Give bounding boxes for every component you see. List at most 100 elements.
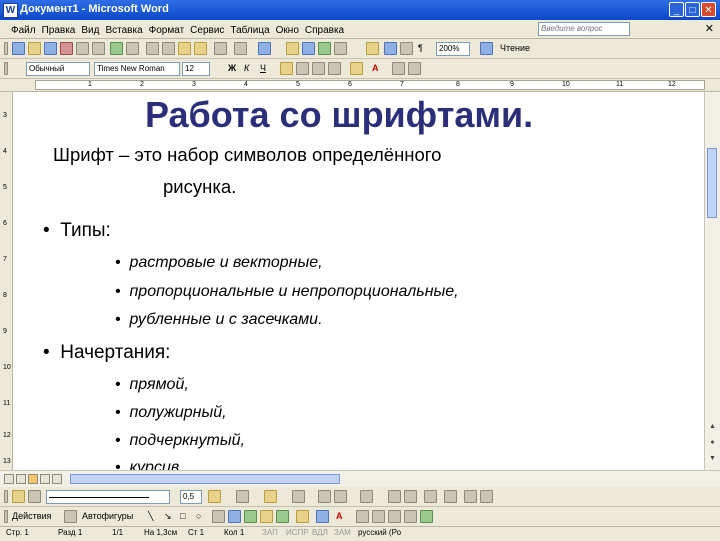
highlight-icon[interactable] (350, 62, 363, 75)
spelling-icon[interactable] (110, 42, 123, 55)
horizontal-scrollbar[interactable] (0, 470, 720, 487)
document-map-icon[interactable] (384, 42, 397, 55)
distribute-cols-icon[interactable] (404, 490, 417, 503)
previous-page-icon[interactable]: ▲ (708, 422, 717, 431)
font-size-combo[interactable]: 12 (182, 62, 210, 76)
justify-icon[interactable] (328, 62, 341, 75)
insert-table-icon[interactable] (302, 42, 315, 55)
menu-table[interactable]: Таблица (227, 22, 272, 40)
print-layout-icon[interactable] (28, 474, 38, 484)
reading-view-icon[interactable] (52, 474, 62, 484)
insert-excel-icon[interactable] (318, 42, 331, 55)
align-cell-icon[interactable] (360, 490, 373, 503)
subscript-icon[interactable] (408, 62, 421, 75)
borders-icon[interactable] (236, 490, 249, 503)
merge-cells-icon[interactable] (318, 490, 331, 503)
close-button[interactable]: ✕ (701, 2, 716, 17)
print-preview-icon[interactable] (92, 42, 105, 55)
style-combo[interactable]: Обычный (26, 62, 90, 76)
columns-icon[interactable] (334, 42, 347, 55)
paste-icon[interactable] (178, 42, 191, 55)
normal-view-icon[interactable] (4, 474, 14, 484)
align-right-icon[interactable] (312, 62, 325, 75)
draw-table-icon[interactable] (12, 490, 25, 503)
align-center-icon[interactable] (296, 62, 309, 75)
superscript-icon[interactable] (392, 62, 405, 75)
autoformat-icon[interactable] (424, 490, 437, 503)
vertical-scroll-thumb[interactable] (707, 148, 717, 218)
outline-view-icon[interactable] (40, 474, 50, 484)
oval-icon[interactable]: ○ (196, 511, 201, 521)
fill-color-icon[interactable] (296, 510, 309, 523)
sort-ascending-icon[interactable] (464, 490, 477, 503)
wordart-icon[interactable] (228, 510, 241, 523)
save-icon[interactable] (44, 42, 57, 55)
research-icon[interactable] (126, 42, 139, 55)
font-combo[interactable]: Times New Roman (94, 62, 180, 76)
horizontal-scroll-track[interactable] (70, 474, 700, 484)
status-rec[interactable]: ЗАП (262, 528, 278, 537)
cut-icon[interactable] (146, 42, 159, 55)
menu-edit[interactable]: Правка (39, 22, 79, 40)
drawing-font-color-icon[interactable]: A (336, 511, 343, 521)
picture-icon[interactable] (276, 510, 289, 523)
dash-style-icon[interactable] (372, 510, 385, 523)
line-style-combo[interactable] (46, 490, 170, 504)
line-color-icon[interactable] (316, 510, 329, 523)
menu-window[interactable]: Окно (273, 22, 302, 40)
line-style-icon[interactable] (356, 510, 369, 523)
autosum-icon[interactable] (480, 490, 493, 503)
insert-table-small-icon[interactable] (292, 490, 305, 503)
align-left-icon[interactable] (280, 62, 293, 75)
menu-file[interactable]: Файл (8, 22, 39, 40)
horizontal-ruler[interactable]: 1 2 3 4 5 6 7 8 9 10 11 12 (0, 79, 720, 92)
document-page[interactable]: Работа со шрифтами. Шрифт – это набор си… (13, 92, 705, 470)
underline-button[interactable]: Ч (260, 63, 266, 73)
minimize-button[interactable]: _ (669, 2, 684, 17)
italic-button[interactable]: К (244, 63, 249, 73)
hyperlink-icon[interactable] (258, 42, 271, 55)
select-objects-icon[interactable] (64, 510, 77, 523)
eraser-icon[interactable] (28, 490, 41, 503)
rectangle-icon[interactable]: □ (180, 511, 185, 521)
vertical-scrollbar[interactable]: ▲ ● ▼ (704, 92, 720, 470)
arrow-style-icon[interactable] (388, 510, 401, 523)
open-folder-icon[interactable] (28, 42, 41, 55)
horizontal-scroll-thumb[interactable] (70, 474, 340, 484)
clipart-icon[interactable] (260, 510, 273, 523)
maximize-button[interactable]: □ (685, 2, 700, 17)
permission-icon[interactable] (60, 42, 73, 55)
textbox-icon[interactable] (212, 510, 225, 523)
bold-button[interactable]: Ж (228, 63, 236, 73)
menu-tools[interactable]: Сервис (187, 22, 227, 40)
drawing-icon[interactable] (366, 42, 379, 55)
arrow-icon[interactable]: ↘ (164, 511, 172, 522)
help-search-input[interactable]: Введите вопрос (538, 22, 630, 36)
next-page-icon[interactable]: ▼ (708, 454, 717, 463)
undo-icon[interactable] (214, 42, 227, 55)
split-cells-icon[interactable] (334, 490, 347, 503)
status-ovr[interactable]: ЗАМ (334, 528, 351, 537)
zoom-combo[interactable]: 200% (436, 42, 470, 56)
actions-menu-button[interactable]: Действия (12, 511, 51, 521)
browse-object-icon[interactable]: ● (708, 438, 717, 447)
line-width-combo[interactable]: 0,5 (180, 490, 202, 504)
status-trk[interactable]: ИСПР (286, 528, 309, 537)
distribute-rows-icon[interactable] (388, 490, 401, 503)
word-app-icon[interactable]: W (3, 3, 18, 18)
shadow-icon[interactable] (404, 510, 417, 523)
web-view-icon[interactable] (16, 474, 26, 484)
menu-help[interactable]: Справка (302, 22, 347, 40)
vertical-ruler[interactable]: 3 4 5 6 7 8 9 10 11 12 13 (0, 92, 13, 470)
copy-icon[interactable] (162, 42, 175, 55)
format-painter-icon[interactable] (194, 42, 207, 55)
shading-icon[interactable] (264, 490, 277, 503)
diagram-icon[interactable] (244, 510, 257, 523)
border-color-icon[interactable] (208, 490, 221, 503)
status-ext[interactable]: ВДЛ (312, 528, 328, 537)
pilcrow-icon[interactable]: ¶ (418, 43, 423, 53)
tables-borders-icon[interactable] (286, 42, 299, 55)
line-icon[interactable]: ╲ (148, 511, 153, 522)
print-icon[interactable] (76, 42, 89, 55)
menu-view[interactable]: Вид (78, 22, 102, 40)
